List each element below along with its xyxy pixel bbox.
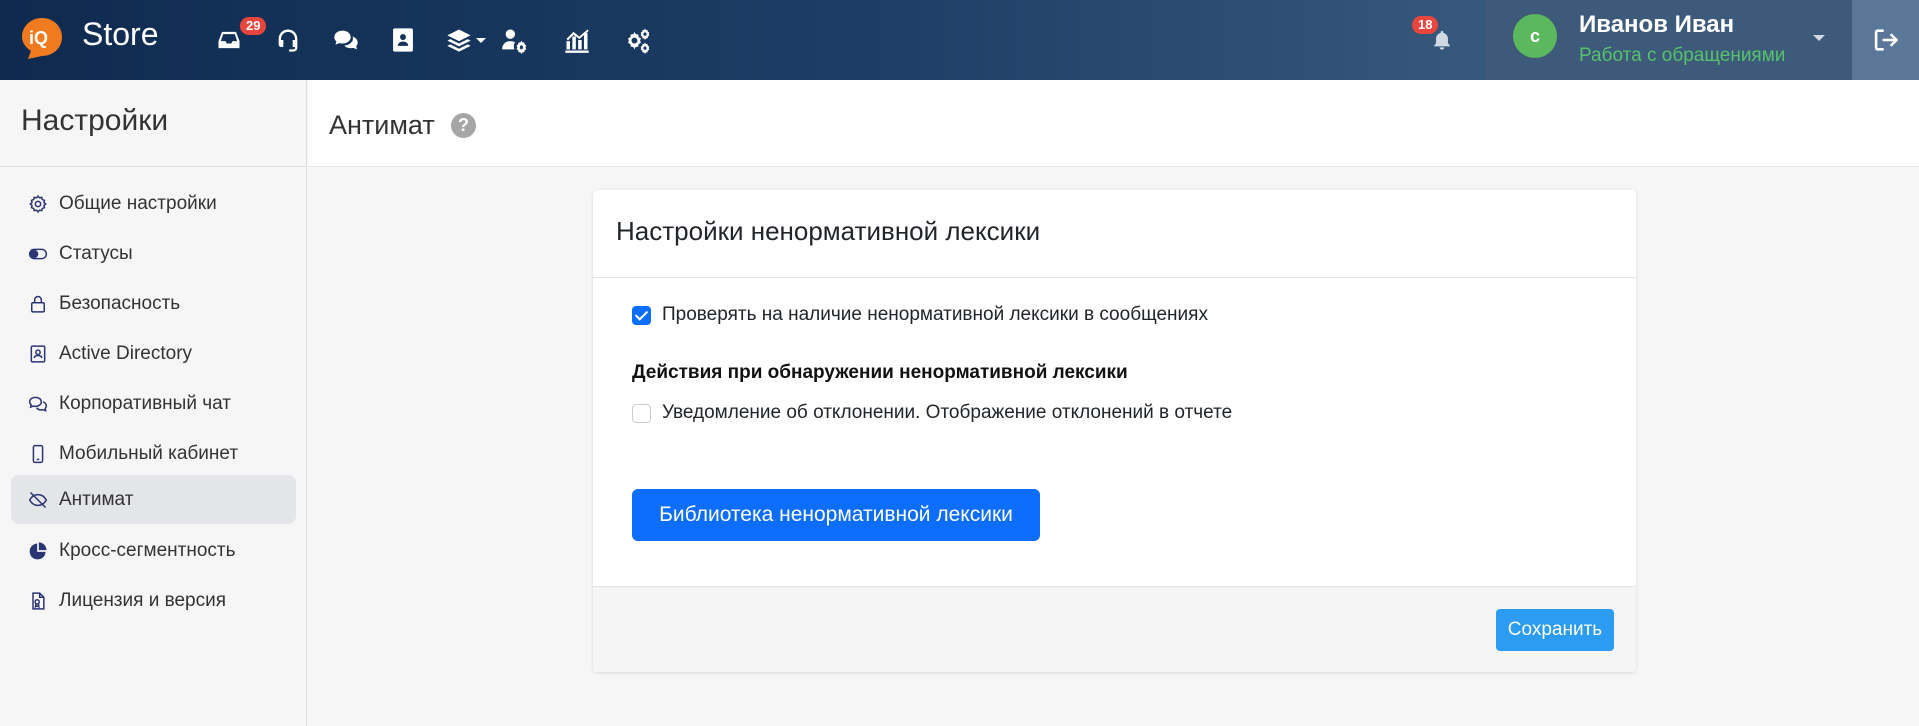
check-profanity-label[interactable]: Проверять на наличие ненормативной лекси… <box>662 304 1208 326</box>
lock-icon <box>28 294 48 314</box>
card-title: Настройки ненормативной лексики <box>616 216 1041 246</box>
users-gear-icon[interactable] <box>497 22 533 58</box>
settings-gears-icon[interactable] <box>620 22 656 58</box>
sidebar-item-label: Кросс-сегментность <box>59 539 236 561</box>
iq-logo-icon[interactable]: iQ <box>20 16 64 60</box>
layers-dropdown-icon[interactable] <box>476 38 486 43</box>
notify-deviation-checkbox[interactable] <box>632 404 651 423</box>
address-book-icon <box>28 344 48 364</box>
file-license-icon <box>28 591 48 611</box>
sidebar-item-label: Антимат <box>59 488 134 510</box>
sidebar-item-security[interactable]: Безопасность <box>11 279 296 328</box>
actions-section-title: Действия при обнаружении ненормативной л… <box>632 362 1128 383</box>
comments-icon <box>28 394 48 414</box>
svg-text:iQ: iQ <box>29 28 48 48</box>
sidebar-divider <box>0 166 307 167</box>
avatar[interactable]: с <box>1513 14 1557 58</box>
sidebar-item-antimat[interactable]: Антимат <box>11 475 296 524</box>
pie-chart-icon <box>28 541 48 561</box>
sidebar-item-license-version[interactable]: Лицензия и версия <box>11 576 296 625</box>
layers-icon[interactable] <box>441 22 477 58</box>
top-navbar: iQ Store 29 18 с Иванов Иван Работа с об… <box>0 0 1919 80</box>
sidebar-item-label: Безопасность <box>59 292 181 314</box>
profanity-library-button[interactable]: Библиотека ненормативной лексики <box>632 489 1040 541</box>
eye-slash-icon <box>28 490 48 510</box>
inbox-badge: 29 <box>240 17 267 35</box>
sidebar-item-cross-segment[interactable]: Кросс-сегментность <box>11 526 296 575</box>
contact-card-icon[interactable] <box>385 22 421 58</box>
check-profanity-checkbox[interactable] <box>632 306 651 325</box>
content-header: Антимат ? <box>308 80 1919 167</box>
card-header: Настройки ненормативной лексики <box>593 190 1636 278</box>
notifications-badge: 18 <box>1412 16 1439 34</box>
settings-sidebar: Настройки Общие настройки Статусы Безопа… <box>0 80 307 726</box>
mobile-icon <box>28 444 48 464</box>
sidebar-item-general-settings[interactable]: Общие настройки <box>11 179 296 228</box>
notify-deviation-label[interactable]: Уведомление об отклонении. Отображение о… <box>662 402 1232 424</box>
sidebar-item-label: Корпоративный чат <box>59 392 231 414</box>
help-icon[interactable]: ? <box>451 113 476 138</box>
user-role[interactable]: Работа с обращениями <box>1579 45 1785 67</box>
sidebar-item-label: Лицензия и версия <box>59 589 227 611</box>
user-name[interactable]: Иванов Иван <box>1579 11 1734 39</box>
sidebar-item-label: Мобильный кабинет <box>59 442 239 464</box>
gear-icon <box>28 194 48 214</box>
logout-button[interactable] <box>1852 0 1919 80</box>
card-footer: Сохранить <box>593 586 1636 672</box>
page-title: Антимат <box>329 110 435 140</box>
toggle-icon <box>28 244 48 264</box>
sidebar-item-active-directory[interactable]: Active Directory <box>11 329 296 378</box>
sidebar-item-statuses[interactable]: Статусы <box>11 229 296 278</box>
sidebar-item-label: Общие настройки <box>59 192 217 214</box>
profanity-settings-card: Настройки ненормативной лексики Проверят… <box>593 190 1636 672</box>
sign-out-icon <box>1874 29 1898 51</box>
sidebar-item-label: Active Directory <box>59 342 193 364</box>
analytics-chart-icon[interactable] <box>559 22 595 58</box>
user-menu-dropdown-icon[interactable] <box>1813 35 1825 41</box>
save-button[interactable]: Сохранить <box>1496 609 1614 651</box>
sidebar-title: Настройки <box>21 104 169 137</box>
chat-bubbles-icon[interactable] <box>328 22 364 58</box>
headset-icon[interactable] <box>270 22 306 58</box>
sidebar-item-mobile-cabinet[interactable]: Мобильный кабинет <box>11 429 296 478</box>
brand-name[interactable]: Store <box>82 16 158 53</box>
sidebar-item-corporate-chat[interactable]: Корпоративный чат <box>11 379 296 428</box>
sidebar-item-label: Статусы <box>59 242 133 264</box>
